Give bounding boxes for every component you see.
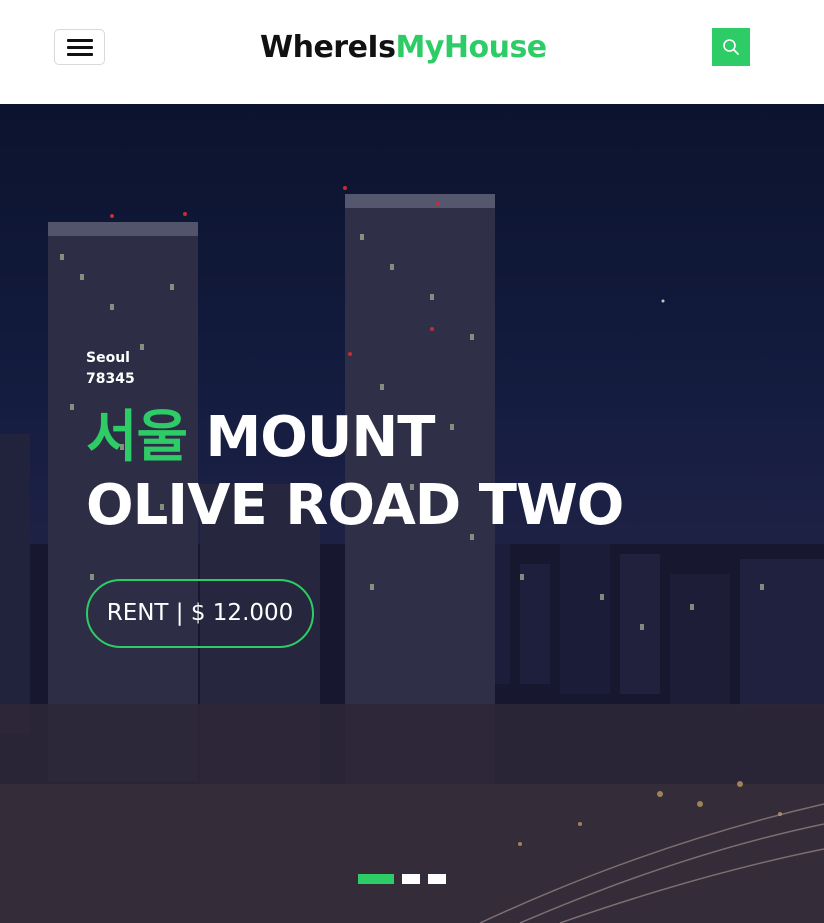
site-logo[interactable]: WhereIsMyHouse bbox=[260, 26, 547, 70]
search-button[interactable] bbox=[712, 28, 750, 66]
property-title: 서울 MOUNT OLIVE ROAD TWO bbox=[86, 404, 646, 540]
property-title-line2: OLIVE ROAD TWO bbox=[86, 473, 624, 538]
logo-text-part2: MyHouse bbox=[395, 30, 547, 65]
logo-text-part1: WhereIs bbox=[260, 30, 396, 65]
site-header: WhereIsMyHouse bbox=[0, 0, 824, 104]
property-zip: 78345 bbox=[86, 371, 135, 387]
menu-toggle-button[interactable] bbox=[54, 29, 105, 65]
property-title-line1: MOUNT bbox=[205, 405, 436, 470]
hero-slider: Seoul 78345 서울 MOUNT OLIVE ROAD TWO RENT… bbox=[0, 104, 824, 923]
hamburger-icon bbox=[67, 39, 93, 42]
slider-dot-2[interactable] bbox=[402, 874, 420, 884]
property-location: Seoul 78345 bbox=[86, 348, 135, 390]
slider-dot-3[interactable] bbox=[428, 874, 446, 884]
rent-price-button[interactable]: RENT | $ 12.000 bbox=[86, 579, 314, 648]
property-title-accent: 서울 bbox=[86, 405, 188, 470]
search-icon bbox=[723, 39, 739, 55]
slider-dot-1[interactable] bbox=[358, 874, 394, 884]
hamburger-icon-line bbox=[67, 53, 93, 56]
property-city: Seoul bbox=[86, 350, 130, 366]
hamburger-icon-line bbox=[67, 46, 93, 49]
